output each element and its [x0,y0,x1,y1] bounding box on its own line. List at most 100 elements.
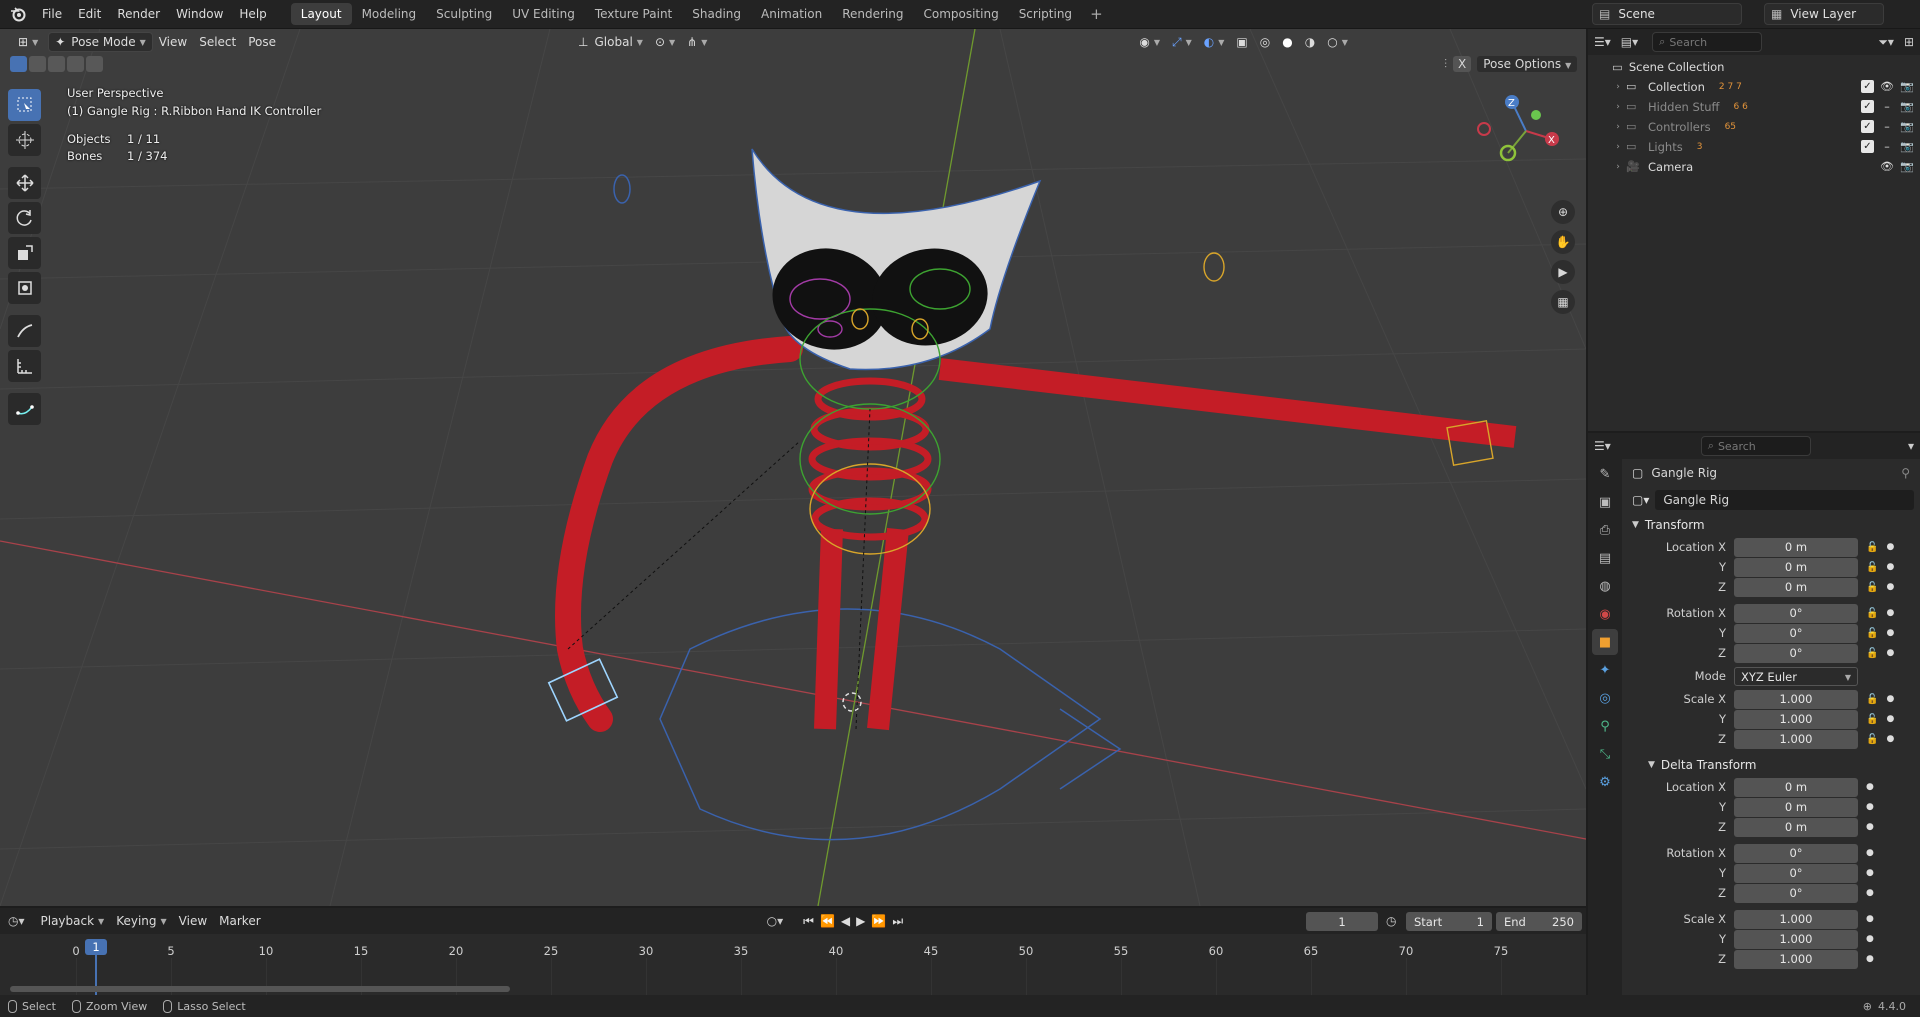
keyframe-dot-icon[interactable]: ● [1886,608,1894,618]
menu-file[interactable]: File [34,3,70,25]
keyframe-dot-icon[interactable]: ● [1866,934,1874,944]
play-icon[interactable]: ▶ [856,914,865,928]
scale-field[interactable]: 1.000 [1734,729,1858,749]
rotate-tool[interactable] [8,202,41,234]
delta-rotation-field[interactable]: 0° [1734,863,1858,883]
display-mode-icon[interactable]: ▤▾ [1621,35,1638,49]
zoom-icon[interactable]: ⊕ [1551,200,1575,224]
visibility-button[interactable]: ◉ ▼ [1133,32,1166,52]
render-tab-icon[interactable]: ▣ [1592,489,1618,515]
outliner-row-camera[interactable]: › 🎥 Camera 👁 📷 [1588,157,1920,177]
annotate-tool[interactable] [8,315,41,347]
editor-type-button[interactable]: ⊞ ▼ [12,32,44,52]
current-frame-field[interactable]: 1 [1306,912,1378,931]
keyframe-dot-icon[interactable]: ● [1886,628,1894,638]
orientation-selector[interactable]: ⊥ Global ▼ [572,32,649,52]
exclude-checkbox[interactable]: ✓ [1861,120,1874,133]
lock-icon[interactable]: 🔓 [1866,542,1878,553]
jump-end-icon[interactable]: ⏭ [892,914,903,929]
scene-selector[interactable]: ▤ Scene [1592,3,1742,25]
view-layer-selector[interactable]: ▦ View Layer [1764,3,1884,25]
scene-tab-icon[interactable]: ◍ [1592,573,1618,599]
delta-scale-field[interactable]: 1.000 [1734,909,1858,929]
lock-icon[interactable]: 🔓 [1866,562,1878,573]
tab-compositing[interactable]: Compositing [913,3,1008,25]
menu-render[interactable]: Render [109,3,168,25]
pan-hand-icon[interactable]: ✋ [1551,230,1575,254]
timeline-scrollbar[interactable] [10,986,510,992]
chevron-right-icon[interactable]: › [1612,162,1624,172]
outliner-row-hidden-stuff[interactable]: › ▭ Hidden Stuff 6 6 ✓ – 📷 [1588,97,1920,117]
filter-icon[interactable]: ⏷▾ [1878,35,1894,50]
tab-sculpting[interactable]: Sculpting [426,3,502,25]
render-camera-icon[interactable]: 📷 [1900,160,1914,174]
location-field[interactable]: 0 m [1734,557,1858,577]
properties-editor-icon[interactable]: ☰▾ [1594,439,1611,453]
camera-view-icon[interactable]: ▶ [1551,260,1575,284]
hidden-eye-icon[interactable]: – [1880,100,1894,114]
bone-size-tool[interactable] [8,393,41,425]
shading-solid-button[interactable]: ● [1276,32,1298,52]
delta-rotation-field[interactable]: 0° [1734,843,1858,863]
delta-rotation-field[interactable]: 0° [1734,883,1858,903]
output-tab-icon[interactable]: ⎙ [1592,517,1618,543]
overlay-toggle[interactable]: ◐ ▼ [1198,32,1231,52]
keyframe-dot-icon[interactable]: ● [1886,714,1894,724]
keyframe-dot-icon[interactable]: ● [1886,542,1894,552]
chevron-right-icon[interactable]: › [1612,122,1624,132]
view-layer-tab-icon[interactable]: ▤ [1592,545,1618,571]
pivot-point-button[interactable]: ⊙ ▼ [649,32,681,52]
rotation-field[interactable]: 0° [1734,623,1858,643]
tab-uv-editing[interactable]: UV Editing [502,3,585,25]
axis-gizmo[interactable]: Z X [1476,87,1586,197]
select-intersect-icon[interactable] [86,56,103,72]
tool-tab-icon[interactable]: ✎ [1592,461,1618,487]
keyframe-dot-icon[interactable]: ● [1886,562,1894,572]
playhead[interactable]: 1 [85,939,107,955]
keyframe-dot-icon[interactable]: ● [1866,822,1874,832]
keyframe-dot-icon[interactable]: ● [1866,954,1874,964]
tab-layout[interactable]: Layout [290,3,352,25]
hidden-eye-icon[interactable]: – [1880,120,1894,134]
exclude-checkbox[interactable]: ✓ [1861,100,1874,113]
exclude-checkbox[interactable]: ✓ [1861,140,1874,153]
select-extend-icon[interactable] [29,56,46,72]
menu-edit[interactable]: Edit [70,3,109,25]
chevron-right-icon[interactable]: › [1612,82,1624,92]
timeline-menu-marker[interactable]: Marker [213,911,266,931]
keyframe-dot-icon[interactable]: ● [1886,694,1894,704]
keyframe-dot-icon[interactable]: ● [1866,782,1874,792]
jump-next-key-icon[interactable]: ⏩ [871,914,886,928]
shading-rendered-button[interactable]: ○ ▼ [1321,32,1354,52]
chevron-right-icon[interactable]: › [1612,102,1624,112]
play-reverse-icon[interactable]: ◀ [841,914,850,928]
constraints-tab-icon[interactable]: ⚲ [1592,713,1618,739]
bone-tab-icon[interactable]: ⚙ [1592,769,1618,795]
select-subtract-icon[interactable] [48,56,65,72]
options-dropdown-icon[interactable]: ▾ [1908,439,1914,453]
keyframe-dot-icon[interactable]: ● [1866,868,1874,878]
delta-location-field[interactable]: 0 m [1734,817,1858,837]
keyframe-dot-icon[interactable]: ● [1886,582,1894,592]
keyframe-dot-icon[interactable]: ● [1866,848,1874,858]
scale-tool[interactable] [8,237,41,269]
3d-viewport[interactable]: ⊞ ▼ ✦ Pose Mode ▼ View Select Pose ⊥ Global ▼… [0,29,1586,906]
physics-tab-icon[interactable]: ◎ [1592,685,1618,711]
transform-section-header[interactable]: ▼ Transform [1624,513,1920,537]
shading-material-button[interactable]: ◑ [1299,32,1321,52]
select-invert-icon[interactable] [67,56,84,72]
xray-toggle[interactable]: ▣ [1230,32,1253,52]
gizmo-toggle[interactable]: ⤢ ▼ [1166,32,1198,52]
delta-location-field[interactable]: 0 m [1734,797,1858,817]
render-camera-icon[interactable]: 📷 [1900,140,1914,154]
outliner-editor-icon[interactable]: ☰▾ [1594,35,1611,49]
auto-keying-icon[interactable]: ○▾ [767,914,784,928]
rotation-mode-dropdown[interactable]: XYZ Euler ▼ [1734,666,1858,686]
lock-icon[interactable]: 🔓 [1866,608,1878,619]
add-workspace-button[interactable]: + [1082,3,1111,25]
outliner-row-controllers[interactable]: › ▭ Controllers 65 ✓ – 📷 [1588,117,1920,137]
pin-icon[interactable]: ⚲ [1901,466,1910,480]
start-frame-field[interactable]: Start 1 [1406,912,1492,931]
scene-collection-row[interactable]: ▭ Scene Collection [1588,57,1920,77]
location-field[interactable]: 0 m [1734,537,1858,557]
